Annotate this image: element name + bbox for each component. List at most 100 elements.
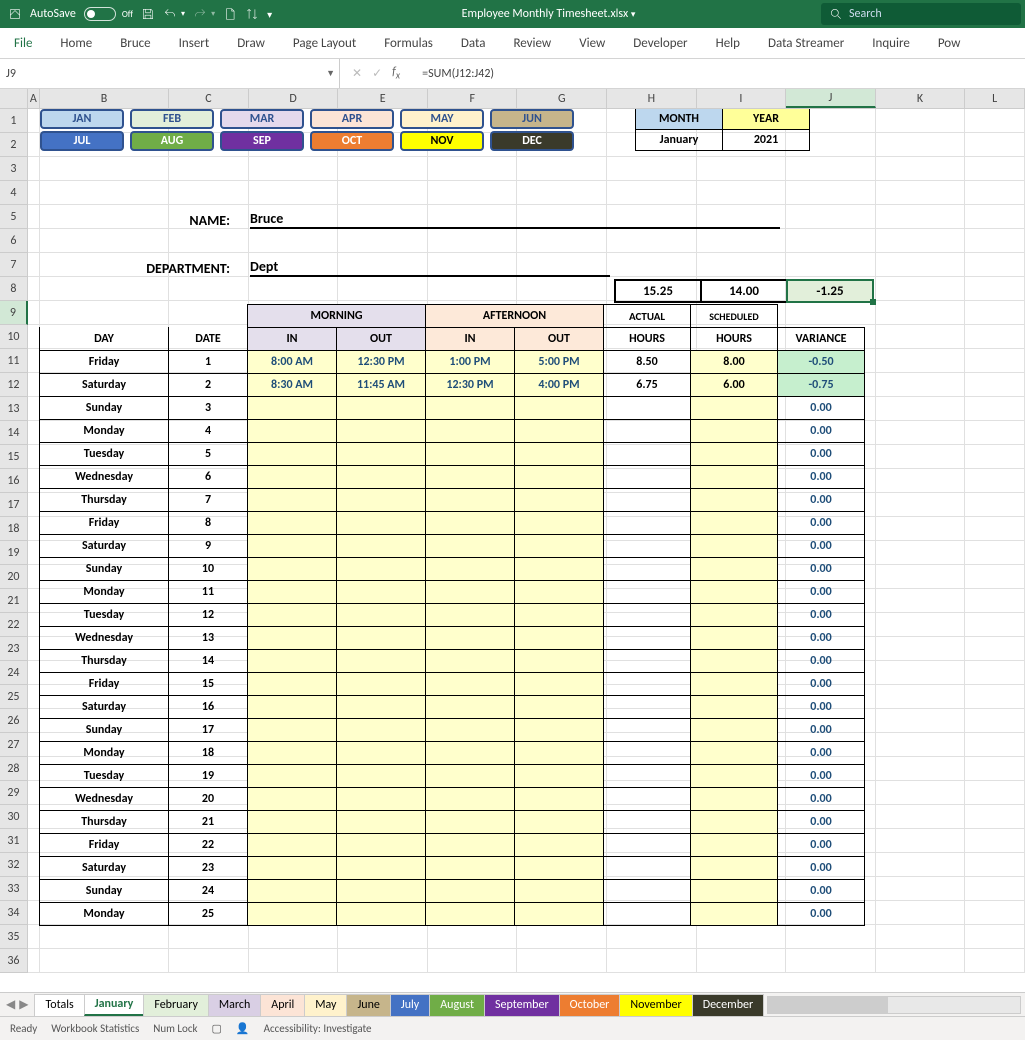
sheet-tab-november[interactable]: November [619,994,692,1016]
summary-variance[interactable]: -1.25 [786,279,874,303]
month-value[interactable]: January [635,129,723,151]
cell-r13-c4[interactable]: 12:30 PM [425,373,515,397]
cell-K4[interactable] [876,181,966,205]
cell-r30-c3[interactable] [336,764,426,788]
cell-r36-c4[interactable] [425,902,515,926]
cell-r31-c3[interactable] [336,787,426,811]
cell-K21[interactable] [876,589,966,613]
cell-L23[interactable] [965,637,1025,661]
cell-C36[interactable] [169,949,249,973]
sheet-tab-july[interactable]: July [390,994,430,1016]
cell-r19-c4[interactable] [425,511,515,535]
cell-r16-c5[interactable] [514,442,604,466]
cell-r32-c3[interactable] [336,810,426,834]
cell-r32-c2[interactable] [247,810,337,834]
ribbon-tab-draw[interactable]: Draw [223,28,279,58]
cell-G35[interactable] [517,925,607,949]
cell-r29-c8[interactable]: 0.00 [777,741,865,765]
cell-L10[interactable] [965,325,1025,349]
cell-r20-c8[interactable]: 0.00 [777,534,865,558]
cell-r21-c4[interactable] [425,557,515,581]
horizontal-scrollbar[interactable] [767,996,1021,1014]
cell-A2[interactable] [28,133,40,157]
col-header-H[interactable]: H [607,89,697,108]
cell-A6[interactable] [28,229,40,253]
cell-r29-c1[interactable]: 18 [168,741,248,765]
undo-icon[interactable]: ▾ [159,7,189,21]
cell-r16-c6[interactable] [603,442,691,466]
cell-r31-c4[interactable] [425,787,515,811]
cell-r31-c6[interactable] [603,787,691,811]
cell-r24-c5[interactable] [514,626,604,650]
cell-r26-c5[interactable] [514,672,604,696]
row-header-35[interactable]: 35 [0,925,28,949]
cell-r17-c0[interactable]: Wednesday [39,465,169,489]
cell-r17-c5[interactable] [514,465,604,489]
cell-r31-c2[interactable] [247,787,337,811]
cell-r16-c4[interactable] [425,442,515,466]
cell-r24-c1[interactable]: 13 [168,626,248,650]
cell-r15-c0[interactable]: Monday [39,419,169,443]
cell-r24-c6[interactable] [603,626,691,650]
status-wbstats[interactable]: Workbook Statistics [51,1022,139,1035]
redo-icon[interactable]: ▾ [189,7,219,21]
ribbon-tab-inquire[interactable]: Inquire [858,28,924,58]
cell-r18-c2[interactable] [247,488,337,512]
cell-r32-c0[interactable]: Thursday [39,810,169,834]
cell-r26-c6[interactable] [603,672,691,696]
cell-r29-c4[interactable] [425,741,515,765]
cell-K29[interactable] [876,781,966,805]
cell-r22-c3[interactable] [336,580,426,604]
row-header-20[interactable]: 20 [0,565,28,589]
cell-K3[interactable] [876,157,966,181]
cell-r33-c8[interactable]: 0.00 [777,833,865,857]
month-btn-feb[interactable]: FEB [130,109,214,129]
cell-r14-c0[interactable]: Sunday [39,396,169,420]
ribbon-tab-formulas[interactable]: Formulas [370,28,447,58]
cell-r34-c5[interactable] [514,856,604,880]
cell-r34-c3[interactable] [336,856,426,880]
sort-icon[interactable] [241,7,263,21]
cell-r13-c2[interactable]: 8:30 AM [247,373,337,397]
cell-r34-c7[interactable] [690,856,778,880]
row-header-13[interactable]: 13 [0,397,28,421]
cell-J4[interactable] [786,181,876,205]
cell-r35-c5[interactable] [514,879,604,903]
cell-r30-c4[interactable] [425,764,515,788]
cell-r36-c0[interactable]: Monday [39,902,169,926]
row-header-8[interactable]: 8 [0,277,28,301]
cell-L1[interactable] [965,109,1025,133]
summary-actual[interactable]: 15.25 [614,279,702,303]
cell-r21-c0[interactable]: Sunday [39,557,169,581]
row-header-33[interactable]: 33 [0,877,28,901]
cell-L25[interactable] [965,685,1025,709]
cell-r16-c8[interactable]: 0.00 [777,442,865,466]
cell-r27-c5[interactable] [514,695,604,719]
cell-r16-c3[interactable] [336,442,426,466]
cell-r15-c3[interactable] [336,419,426,443]
row-header-31[interactable]: 31 [0,829,28,853]
dept-value[interactable]: Dept [250,258,610,277]
cell-r21-c2[interactable] [247,557,337,581]
ribbon-tab-page-layout[interactable]: Page Layout [279,28,370,58]
cell-K9[interactable] [876,301,966,325]
row-header-2[interactable]: 2 [0,133,28,157]
row-header-3[interactable]: 3 [0,157,28,181]
ribbon-tab-view[interactable]: View [565,28,619,58]
cell-K2[interactable] [876,133,966,157]
cell-A35[interactable] [28,925,40,949]
cell-r22-c6[interactable] [603,580,691,604]
cell-r31-c7[interactable] [690,787,778,811]
cell-r36-c1[interactable]: 25 [168,902,248,926]
col-header-C[interactable]: C [169,89,249,108]
select-all-corner[interactable] [0,89,28,108]
cell-r36-c8[interactable]: 0.00 [777,902,865,926]
cell-L5[interactable] [965,205,1025,229]
cell-r33-c4[interactable] [425,833,515,857]
row-header-15[interactable]: 15 [0,445,28,469]
cell-L13[interactable] [965,397,1025,421]
cell-r28-c2[interactable] [247,718,337,742]
month-btn-mar[interactable]: MAR [220,109,304,129]
cell-r34-c1[interactable]: 23 [168,856,248,880]
formula-bar[interactable]: =SUM(J12:J42) [412,67,494,81]
